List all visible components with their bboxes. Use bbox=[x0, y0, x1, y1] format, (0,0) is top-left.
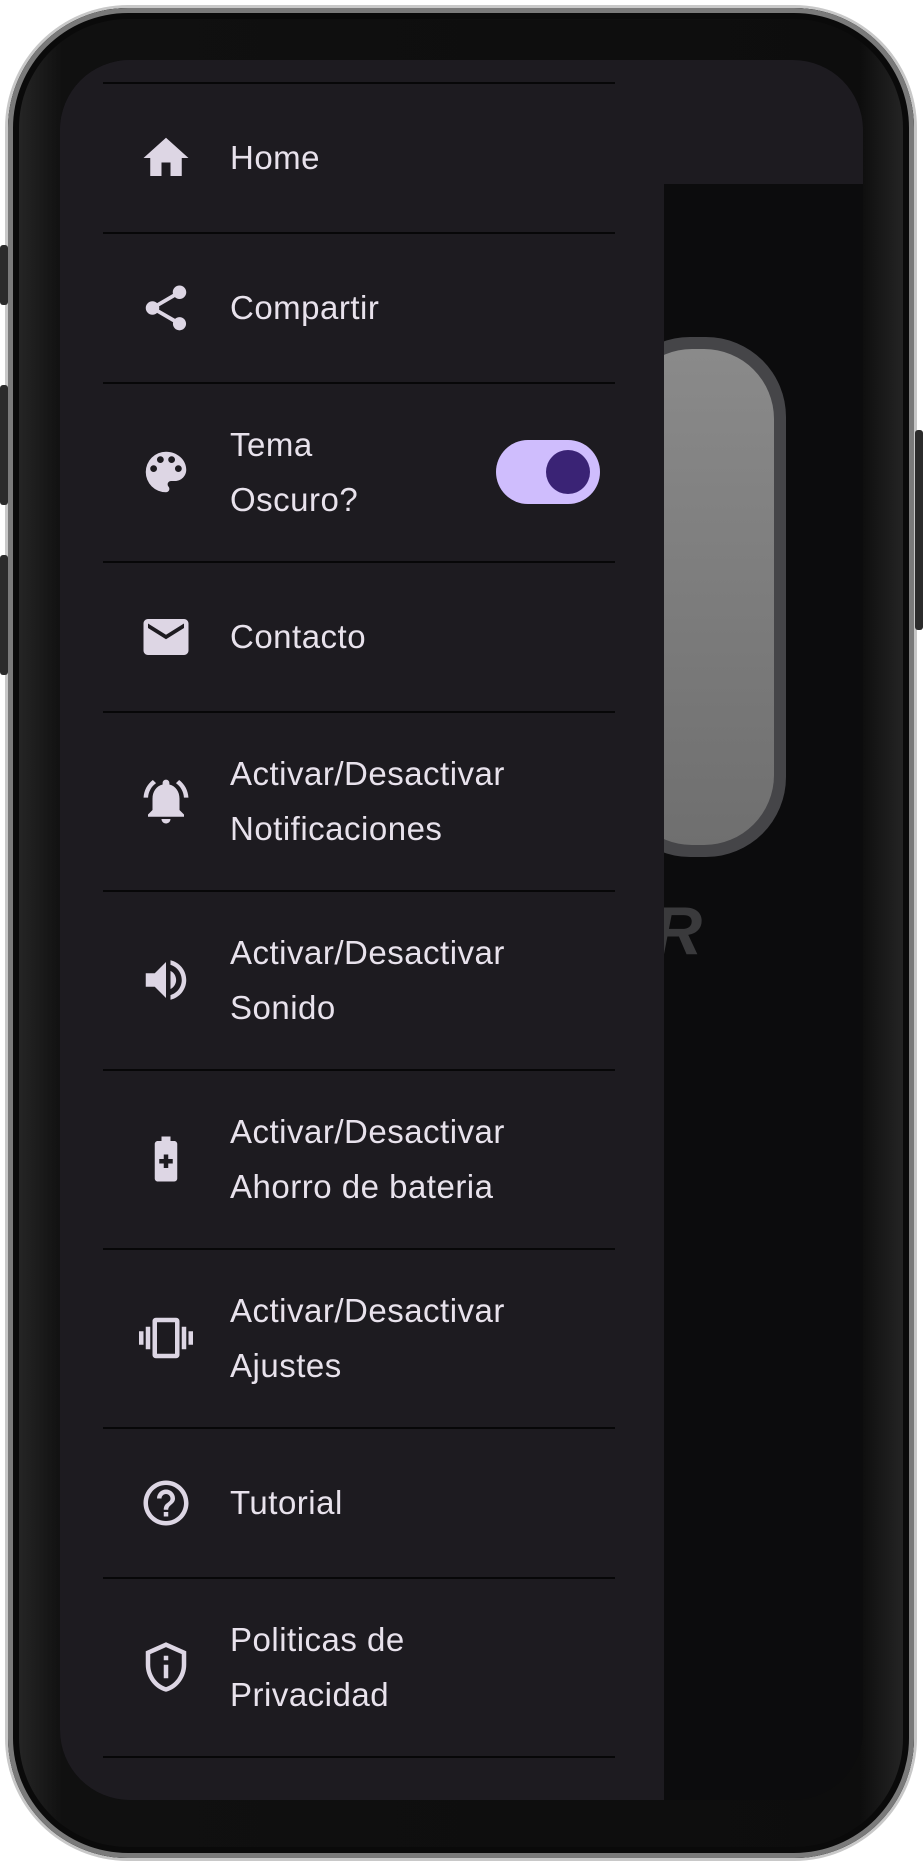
divider bbox=[103, 1756, 615, 1758]
menu-item-label: Sonido bbox=[230, 989, 336, 1026]
menu-item-label: Politicas de bbox=[230, 1621, 405, 1658]
menu-item-home[interactable]: Home bbox=[103, 84, 615, 232]
palette-icon bbox=[139, 445, 193, 499]
home-icon bbox=[139, 131, 193, 185]
menu-item-label: Privacidad bbox=[230, 1676, 390, 1713]
menu-item-notifications[interactable]: Activar/Desactivar Notificaciones bbox=[103, 713, 615, 890]
menu-item-label: Oscuro? bbox=[230, 481, 359, 518]
menu-item-settings[interactable]: Activar/Desactivar Ajustes bbox=[103, 1250, 615, 1427]
bell-ring-icon bbox=[139, 774, 193, 828]
shield-info-icon bbox=[139, 1640, 193, 1694]
volume-up-button bbox=[0, 385, 8, 505]
screen: 3 15 R Home Compartir Tema Oscuro? bbox=[60, 60, 863, 1800]
menu-item-label: Activar/Desactivar bbox=[230, 755, 505, 792]
menu-item-tutorial[interactable]: Tutorial bbox=[103, 1429, 615, 1577]
menu-item-dark-theme[interactable]: Tema Oscuro? bbox=[103, 384, 615, 561]
menu-item-label: Compartir bbox=[230, 289, 380, 326]
toggle-knob bbox=[546, 450, 590, 494]
power-button bbox=[915, 430, 923, 630]
menu-item-sound[interactable]: Activar/Desactivar Sonido bbox=[103, 892, 615, 1069]
menu-item-label: Activar/Desactivar bbox=[230, 1292, 505, 1329]
menu-item-label: Ahorro de bateria bbox=[230, 1168, 494, 1205]
mute-switch bbox=[0, 245, 8, 305]
share-icon bbox=[139, 281, 193, 335]
vibration-icon bbox=[139, 1311, 193, 1365]
volume-icon bbox=[139, 953, 193, 1007]
menu-item-label: Tema bbox=[230, 426, 313, 463]
menu-item-battery-saver[interactable]: Activar/Desactivar Ahorro de bateria bbox=[103, 1071, 615, 1248]
help-circle-icon bbox=[139, 1476, 193, 1530]
volume-down-button bbox=[0, 555, 8, 675]
menu-item-share[interactable]: Compartir bbox=[103, 234, 615, 382]
menu-item-label: Activar/Desactivar bbox=[230, 934, 505, 971]
navigation-drawer: Home Compartir Tema Oscuro? Contacto Act… bbox=[60, 60, 664, 1800]
menu-item-label: Home bbox=[230, 139, 321, 176]
dark-theme-toggle[interactable] bbox=[496, 440, 600, 504]
menu-item-label: Activar/Desactivar bbox=[230, 1113, 505, 1150]
menu-item-label: Tutorial bbox=[230, 1484, 343, 1521]
menu-item-label: Notificaciones bbox=[230, 810, 443, 847]
menu-item-label: Ajustes bbox=[230, 1347, 342, 1384]
menu-item-contact[interactable]: Contacto bbox=[103, 563, 615, 711]
menu-item-privacy[interactable]: Politicas de Privacidad bbox=[103, 1579, 615, 1756]
mail-icon bbox=[139, 610, 193, 664]
battery-charging-icon bbox=[139, 1132, 193, 1186]
menu-item-label: Contacto bbox=[230, 618, 367, 655]
